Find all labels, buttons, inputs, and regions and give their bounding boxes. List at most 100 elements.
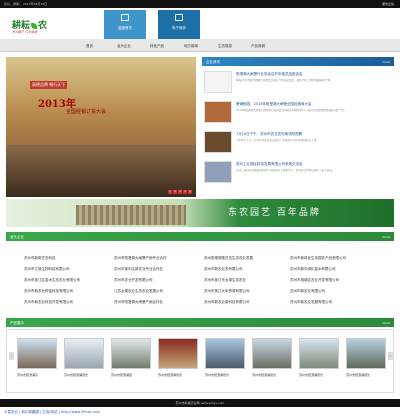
gallery-item[interactable]: 苏州市阳澄湖观光 <box>205 338 245 377</box>
top-bar: 您好，游客！ 2015年08月18日 服务反馈 <box>0 0 400 8</box>
company-link[interactable]: 苏州市新农业发展有限公司 <box>290 300 376 305</box>
nav-button-label: 电子商务 <box>172 26 186 30</box>
gallery-item[interactable]: 苏州市阳澄湖观光 <box>64 338 104 377</box>
menu-item-home[interactable]: 首页 <box>86 44 93 49</box>
gallery-label: 苏州市阳澄湖观光 <box>299 373 324 377</box>
nav-button-label: 苗圃首页 <box>118 26 132 30</box>
menu-item-news[interactable]: 地方新闻 <box>184 44 198 49</box>
news-item-title[interactable]: 阳澄湖大闸蟹行业协会召开年度总结座谈会 <box>236 72 392 77</box>
gallery-header: 产品展示 more <box>6 318 394 327</box>
gallery-title: 产品展示 <box>10 321 24 325</box>
gallery-item[interactable]: 苏州市阳澄湖观光 <box>346 338 386 377</box>
feedback-link[interactable]: 服务反馈 <box>382 2 394 6</box>
product-gallery: ‹ 苏州市阳澄湖东 苏州市阳澄湖观光 苏州市阳澄湖园 苏州市阳澄湖观光 苏州市阳… <box>6 329 394 393</box>
company-link[interactable]: 苏州市新农业种苗科技有限公司 <box>24 289 110 294</box>
company-link[interactable]: 苏州市阳澄湖大闸蟹产销专业合作 <box>114 256 200 261</box>
company-link[interactable]: 苏州市新农业农有限公司 <box>204 267 290 272</box>
gallery-item[interactable]: 苏州市阳澄湖东 <box>17 338 57 377</box>
slide-dot[interactable]: 3 <box>178 190 182 194</box>
news-item[interactable]: 阳澄湖大闸蟹行业协会召开年度总结座谈会 本报讯 阳澄湖大闸蟹行业协会日前召开年度… <box>202 71 394 95</box>
gallery-image <box>111 338 151 369</box>
slide-dot[interactable]: 1 <box>168 190 172 194</box>
companies-header: 龙头企业 more <box>6 232 394 241</box>
news-item[interactable]: 7月10日下午，苏州市农业农村局领导视察 7月10日下午，苏州市农业农村局领导一… <box>202 131 394 155</box>
gallery-item[interactable]: 苏州市阳澄湖观光 <box>158 338 198 377</box>
company-link[interactable]: 苏州市吴江区苗木生态农业有限公司 <box>24 278 110 283</box>
news-thumbnail <box>204 161 232 183</box>
gallery-image <box>346 338 386 369</box>
slide-dot[interactable]: 4 <box>183 190 187 194</box>
header: 耕耘农 东农园艺 百年品牌 <box>0 8 400 39</box>
main-menu: 首页 龙头企业 特色产品 地方新闻 生态旅游 产品商城 <box>0 39 400 52</box>
leaf-icon <box>31 22 38 29</box>
greeting-text: 您好，游客！ 2015年08月18日 <box>4 2 48 6</box>
menu-item-mall[interactable]: 产品商城 <box>251 44 265 49</box>
slide-dot[interactable]: 2 <box>173 190 177 194</box>
gallery-image <box>252 338 292 369</box>
news-item-desc: 苏州工业园区科技发展有限公司组织员工参观学习，双方就合作事宜进行了深入交流。 <box>236 169 335 172</box>
gallery-next-arrow[interactable]: › <box>388 352 393 360</box>
news-thumbnail <box>204 131 232 153</box>
news-item-title[interactable]: 7月10日下午，苏州市农业农村局领导视察 <box>236 132 392 137</box>
menu-item-products[interactable]: 特色产品 <box>150 44 164 49</box>
news-thumbnail <box>204 101 232 123</box>
news-item-title[interactable]: 蟹满秋园，2013年阳澄湖大闸蟹全国经销商大会 <box>236 102 392 107</box>
nav-button-home[interactable]: 苗圃首页 <box>104 10 146 39</box>
banner-tag: 丽德品牌 畅行天下 <box>30 81 68 89</box>
promo-banner: 东农园艺 百年品牌 <box>6 199 394 227</box>
gate-illustration <box>76 205 186 225</box>
menu-item-tourism[interactable]: 生态旅游 <box>218 44 232 49</box>
company-link[interactable]: 苏州市新绿优生态园农产品有限公司 <box>290 256 376 261</box>
gallery-label: 苏州市阳澄湖观光 <box>64 373 89 377</box>
slide-dot[interactable]: 5 <box>188 190 192 194</box>
company-link[interactable]: 苏州市新农业有限公司 <box>290 289 376 294</box>
gallery-more-link[interactable]: more <box>382 321 390 325</box>
banner-slideshow[interactable]: 丽德品牌 畅行天下 2013年 全国经销订货大会 12345 <box>6 57 196 197</box>
slogan: 东农园艺 百年品牌 <box>12 30 37 34</box>
news-item[interactable]: 苏州工业园区科技发展有限公司参观交流会 苏州工业园区科技发展有限公司组织员工参观… <box>202 161 394 185</box>
news-item-desc: 2013年阳澄湖大闸蟹全国经销订货大会日前在苏州隆重举行，来自全国各地的经销商齐… <box>236 109 347 112</box>
company-link[interactable]: 苏州市吴江东太湖生态农业 <box>204 278 290 283</box>
company-link[interactable]: 苏州阳澄湖莲花岛生态农业发展 <box>204 256 290 261</box>
home-icon <box>121 14 129 21</box>
company-link[interactable]: 苏州市新农业新科技有限公司 <box>204 300 290 305</box>
news-item-desc: 7月10日下午，苏州市农业农村局领导一行来到公司实地调研指导工作。 <box>236 139 319 142</box>
footer: 苏州市科技农业网 www.sznyv.com <box>0 399 400 407</box>
monitor-icon <box>175 14 183 21</box>
gallery-image <box>64 338 104 369</box>
gallery-prev-arrow[interactable]: ‹ <box>9 352 14 360</box>
gallery-item[interactable]: 苏州市阳澄湖观光 <box>252 338 292 377</box>
news-item[interactable]: 蟹满秋园，2013年阳澄湖大闸蟹全国经销商大会 2013年阳澄湖大闸蟹全国经销订… <box>202 101 394 125</box>
company-link[interactable]: 苏州市吴江大米贸易有限公司 <box>204 289 290 294</box>
logo-text-2: 农 <box>38 21 48 31</box>
company-link[interactable]: 苏州市阳澄湖大闸蟹产销合作社 <box>114 300 200 305</box>
status-bar: 卡昆农业 | 纳尔耕圆圃 | 生态|网站 | http://www.3Pusk.… <box>0 407 400 418</box>
company-link[interactable]: 苏州市农业开发有限公司 <box>114 278 200 283</box>
nav-button-ecommerce[interactable]: 电子商务 <box>158 10 200 39</box>
company-link[interactable]: 苏州市吴中区新农业专业合作社 <box>114 267 200 272</box>
gallery-label: 苏州市阳澄湖园 <box>111 373 133 377</box>
company-link[interactable]: 苏州市相城区农业开发有限公司 <box>290 278 376 283</box>
news-more-link[interactable]: more <box>382 60 390 64</box>
news-item-desc: 本报讯 阳澄湖大闸蟹行业协会日前召开年度总结会，总结全年工作并部署来年计划。 <box>236 79 333 82</box>
gallery-image <box>17 338 57 369</box>
gallery-label: 苏州市阳澄湖观光 <box>158 373 183 377</box>
news-item-title[interactable]: 苏州工业园区科技发展有限公司参观交流会 <box>236 162 392 167</box>
gallery-item[interactable]: 苏州市阳澄湖园 <box>111 338 151 377</box>
company-link[interactable]: 苏州市江城生物科技有限公司 <box>24 267 110 272</box>
company-link[interactable]: 江苏太湖农业生态农业发展公司 <box>114 289 200 294</box>
company-link[interactable]: 苏州市新奇艺农科技 <box>24 256 110 261</box>
company-link[interactable]: 苏州市新农业科技开发有限公司 <box>24 300 110 305</box>
companies-title: 龙头企业 <box>10 235 24 239</box>
companies-more-link[interactable]: more <box>382 235 390 239</box>
menu-item-enterprises[interactable]: 龙头企业 <box>117 44 131 49</box>
news-header: 企业资讯 more <box>202 57 394 66</box>
gallery-image <box>299 338 339 369</box>
gallery-image <box>205 338 245 369</box>
banner-subtitle: 全国经销订货大会 <box>66 109 107 115</box>
gallery-label: 苏州市阳澄湖观光 <box>205 373 230 377</box>
gallery-item[interactable]: 苏州市阳澄湖观光 <box>299 338 339 377</box>
gallery-image <box>158 338 198 369</box>
company-link[interactable]: 苏州市新华绿化苗木有限公司 <box>290 267 376 272</box>
gallery-label: 苏州市阳澄湖观光 <box>252 373 277 377</box>
